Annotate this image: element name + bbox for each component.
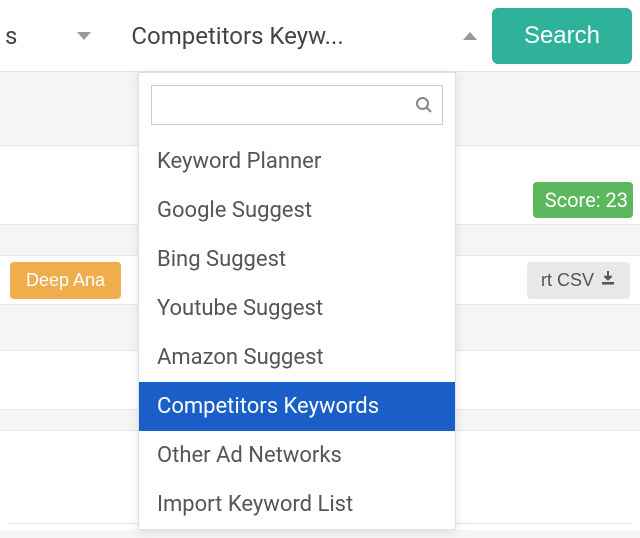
dropdown-item-competitors-keywords[interactable]: Competitors Keywords — [139, 382, 455, 431]
dropdown-item-keyword-planner[interactable]: Keyword Planner — [139, 137, 455, 186]
dropdown-item-google-suggest[interactable]: Google Suggest — [139, 186, 455, 235]
dropdown-search-input[interactable] — [151, 85, 443, 125]
chevron-down-icon — [77, 32, 91, 40]
deep-analysis-button[interactable]: Deep Ana — [10, 262, 121, 299]
chevron-up-icon — [463, 32, 477, 40]
search-button[interactable]: Search — [492, 8, 632, 64]
dropdown-item-amazon-suggest[interactable]: Amazon Suggest — [139, 333, 455, 382]
dropdown-item-import-keyword-list[interactable]: Import Keyword List — [139, 480, 455, 529]
left-dropdown[interactable]: s — [0, 0, 111, 71]
dropdown-item-other-ad-networks[interactable]: Other Ad Networks — [139, 431, 455, 480]
dropdown-item-youtube-suggest[interactable]: Youtube Suggest — [139, 284, 455, 333]
source-dropdown-panel: Keyword Planner Google Suggest Bing Sugg… — [138, 72, 456, 530]
export-csv-label: rt CSV — [541, 270, 594, 291]
dropdown-list: Keyword Planner Google Suggest Bing Sugg… — [139, 137, 455, 529]
source-dropdown-label: Competitors Keyw... — [131, 22, 343, 50]
top-bar: s Competitors Keyw... Search — [0, 0, 640, 72]
dropdown-search-wrap — [139, 73, 455, 137]
export-csv-button[interactable]: rt CSV — [527, 262, 630, 299]
left-dropdown-label: s — [0, 22, 17, 50]
source-dropdown[interactable]: Competitors Keyw... — [111, 0, 492, 71]
search-icon — [415, 95, 433, 119]
dropdown-item-bing-suggest[interactable]: Bing Suggest — [139, 235, 455, 284]
score-badge: Score: 23 — [533, 182, 633, 218]
download-icon — [600, 270, 616, 291]
